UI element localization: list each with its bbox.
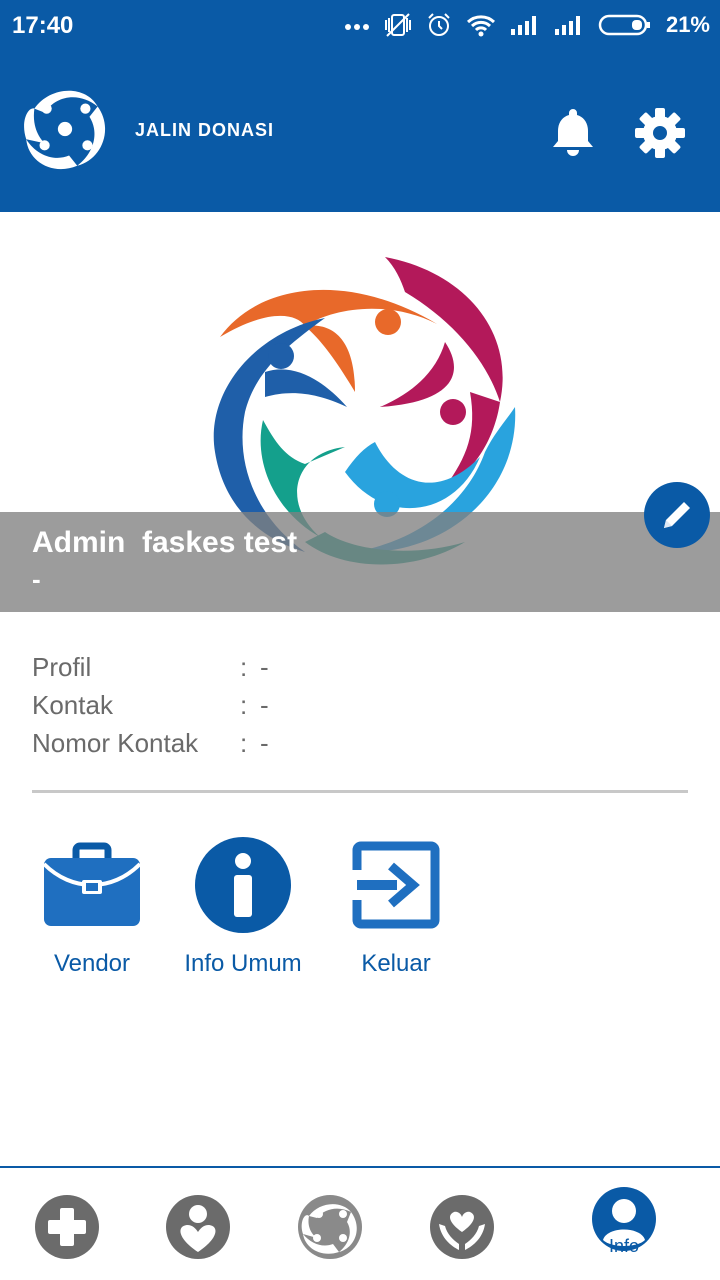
edit-profile-button[interactable] (644, 482, 710, 548)
signal-icon (554, 16, 580, 35)
more-dots-icon (344, 24, 369, 30)
gear-icon (635, 108, 685, 158)
briefcase-icon (37, 830, 147, 940)
person-heart-icon (166, 1195, 230, 1259)
nav-label-info: Info (608, 1236, 640, 1256)
vendor-button[interactable]: Vendor (17, 830, 167, 978)
wifi-icon (466, 15, 495, 37)
nav-item-donor[interactable] (163, 1192, 233, 1262)
nav-item-info[interactable]: Info (589, 1184, 659, 1256)
status-time: 17:40 (12, 12, 74, 39)
info-label: Profil (32, 651, 92, 682)
info-separator: : (240, 727, 248, 758)
app-logo (16, 80, 114, 178)
keluar-button[interactable]: Keluar (321, 830, 471, 978)
info-value: - (260, 727, 269, 758)
info-row-nomor-kontak: Nomor Kontak : - (32, 724, 688, 762)
nav-item-health[interactable] (32, 1192, 102, 1262)
info-value: - (260, 651, 269, 682)
bottom-navigation: Info (0, 1166, 720, 1280)
info-separator: : (240, 689, 248, 720)
keluar-label: Keluar (361, 950, 431, 977)
profile-header: Admin faskes test - (0, 212, 720, 612)
name-band: Admin faskes test - (0, 512, 720, 612)
hands-heart-icon (430, 1195, 494, 1259)
battery-icon (598, 14, 650, 36)
notification-button[interactable] (546, 105, 600, 159)
app-title: JALIN DONASI (135, 120, 275, 140)
status-bar: 17:40 21% (0, 0, 720, 50)
battery-percentage: 21% (665, 12, 710, 37)
info-separator: : (240, 651, 248, 682)
alarm-icon (428, 13, 450, 36)
info-row-kontak: Kontak : - (32, 686, 688, 724)
info-label: Nomor Kontak (32, 727, 199, 758)
action-grid: Vendor Info Umum Keluar (0, 830, 720, 990)
medical-cross-icon (35, 1195, 99, 1259)
vibrate-off-icon (384, 13, 411, 37)
vendor-label: Vendor (53, 950, 131, 977)
user-name: Admin faskes test (32, 526, 298, 559)
pencil-icon (664, 502, 690, 528)
info-row-profil: Profil : - (32, 648, 688, 686)
user-subtitle: - (32, 564, 41, 594)
logout-icon (341, 830, 451, 940)
divider (32, 790, 688, 793)
nav-item-charity[interactable] (427, 1192, 497, 1262)
info-value: - (260, 689, 269, 720)
profile-info-list: Profil : - Kontak : - Nomor Kontak : - (32, 648, 688, 762)
nav-item-home[interactable] (295, 1192, 365, 1262)
signal-icon (510, 16, 536, 35)
app-bar: JALIN DONASI (0, 50, 720, 212)
settings-button[interactable] (632, 105, 688, 161)
donation-logo-icon (298, 1195, 362, 1259)
info-icon (188, 830, 298, 940)
info-umum-button[interactable]: Info Umum (168, 830, 318, 978)
info-label: Kontak (32, 689, 113, 720)
bell-icon (553, 109, 593, 156)
status-icons: 21% (344, 10, 710, 40)
info-umum-label: Info Umum (184, 950, 302, 977)
